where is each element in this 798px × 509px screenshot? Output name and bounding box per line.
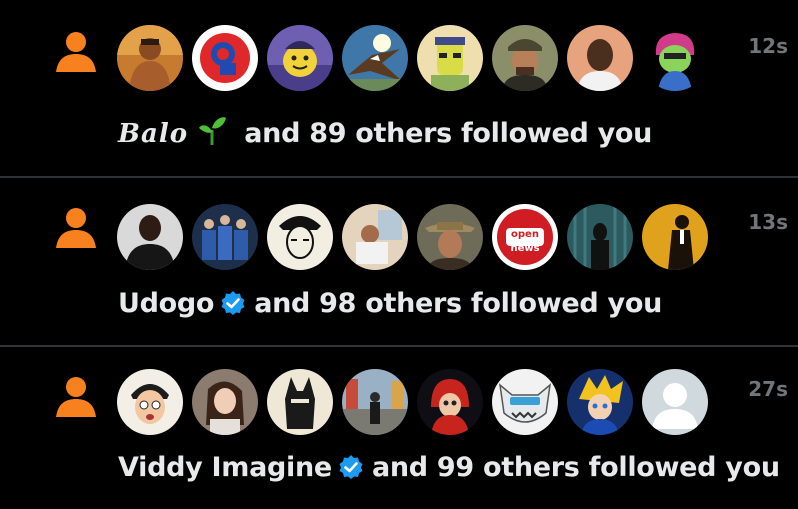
follower-avatar[interactable]	[642, 25, 708, 91]
follower-avatar[interactable]	[642, 369, 708, 435]
timestamp: 13s	[748, 210, 788, 234]
notification-row[interactable]: 27s Viddy Imagine and 99 others followed…	[0, 347, 798, 509]
follower-avatar[interactable]	[642, 204, 708, 270]
follower-avatar[interactable]	[267, 369, 333, 435]
person-icon	[56, 208, 96, 248]
follower-avatar[interactable]	[417, 25, 483, 91]
follower-avatar[interactable]	[567, 25, 633, 91]
follow-message-text: and 99 others followed you	[371, 452, 780, 483]
follower-avatar[interactable]	[192, 369, 258, 435]
follower-avatar[interactable]	[342, 25, 408, 91]
follower-avatar[interactable]	[192, 204, 258, 270]
timestamp: 27s	[748, 377, 788, 401]
follower-avatar[interactable]	[267, 25, 333, 91]
follower-avatar[interactable]: open news	[492, 204, 558, 270]
notification-row[interactable]: open news 13s Udogo and 98 others follow…	[0, 178, 798, 345]
follower-name[interactable]: Viddy Imagine	[118, 452, 332, 483]
follower-avatar[interactable]	[117, 369, 183, 435]
follower-avatar[interactable]	[342, 204, 408, 270]
open-news-text-2: news	[510, 243, 539, 254]
verified-badge-icon	[339, 455, 363, 479]
follow-message: Viddy Imagine and 99 others followed you	[118, 452, 780, 483]
follower-avatar[interactable]	[492, 25, 558, 91]
follower-avatar[interactable]	[567, 204, 633, 270]
sprout-emoji-icon	[199, 117, 227, 145]
verified-badge-icon	[221, 291, 245, 315]
follower-name[interactable]: Udogo	[118, 288, 214, 319]
follower-avatar[interactable]	[492, 369, 558, 435]
person-icon	[56, 32, 96, 72]
follower-avatar[interactable]	[417, 204, 483, 270]
follower-avatar[interactable]	[192, 25, 258, 91]
follow-message-text: and 98 others followed you	[254, 288, 663, 319]
notification-row[interactable]: 12s Balo and 89 others followed you	[0, 0, 798, 176]
follower-avatar[interactable]	[117, 204, 183, 270]
follower-avatar[interactable]	[417, 369, 483, 435]
follow-message-text: and 89 others followed you	[244, 118, 653, 149]
follower-avatar[interactable]	[567, 369, 633, 435]
follow-message: Udogo and 98 others followed you	[118, 288, 662, 319]
open-news-text-1: open	[511, 229, 539, 240]
person-icon	[56, 377, 96, 417]
follower-avatar[interactable]	[117, 25, 183, 91]
timestamp: 12s	[748, 34, 788, 58]
follower-avatar[interactable]	[342, 369, 408, 435]
follower-name[interactable]: Balo	[118, 119, 188, 149]
follower-avatar[interactable]	[267, 204, 333, 270]
follow-message: Balo and 89 others followed you	[118, 114, 652, 149]
